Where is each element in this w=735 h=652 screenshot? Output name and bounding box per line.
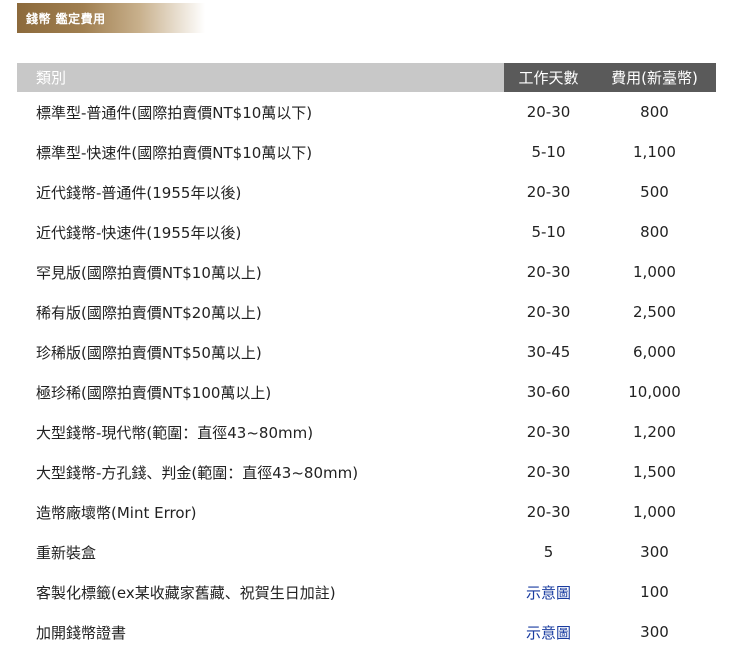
table-row: 造幣廠壞幣(Mint Error) 20-30 1,000 bbox=[17, 492, 716, 532]
cell-fee: 1,200 bbox=[633, 423, 676, 441]
cell-fee: 1,500 bbox=[633, 463, 676, 481]
cell-category: 稀有版(國際拍賣價NT$20萬以上) bbox=[36, 303, 262, 322]
table-row: 加開錢幣證書 示意圖 300 bbox=[17, 612, 716, 652]
column-header-fee: 費用(新臺幣) bbox=[593, 63, 716, 92]
cell-category: 標準型-普通件(國際拍賣價NT$10萬以下) bbox=[36, 103, 313, 122]
cell-days: 30-60 bbox=[526, 383, 571, 401]
cell-category: 加開錢幣證書 bbox=[36, 623, 127, 642]
cell-category: 罕見版(國際拍賣價NT$10萬以上) bbox=[36, 263, 262, 282]
cell-category: 重新裝盒 bbox=[36, 543, 97, 562]
cell-fee: 100 bbox=[640, 583, 669, 601]
table-row: 稀有版(國際拍賣價NT$20萬以上) 20-30 2,500 bbox=[17, 292, 716, 332]
cell-fee: 2,500 bbox=[633, 303, 676, 321]
table-row: 客製化標籤(ex某收藏家舊藏、祝賀生日加註) 示意圖 100 bbox=[17, 572, 716, 612]
table-row: 珍稀版(國際拍賣價NT$50萬以上) 30-45 6,000 bbox=[17, 332, 716, 372]
section-title: 錢幣 鑑定費用 bbox=[26, 11, 106, 26]
cell-days: 30-45 bbox=[526, 343, 571, 361]
cell-category: 造幣廠壞幣(Mint Error) bbox=[36, 503, 197, 522]
table-row: 大型錢幣-現代幣(範圍：直徑43~80mm) 20-30 1,200 bbox=[17, 412, 716, 452]
table-row: 標準型-快速件(國際拍賣價NT$10萬以下) 5-10 1,100 bbox=[17, 132, 716, 172]
cell-days: 20-30 bbox=[526, 103, 571, 121]
table-row: 罕見版(國際拍賣價NT$10萬以上) 20-30 1,000 bbox=[17, 252, 716, 292]
cell-days: 20-30 bbox=[526, 263, 571, 281]
column-header-category: 類別 bbox=[17, 63, 504, 92]
sample-image-link[interactable]: 示意圖 bbox=[526, 624, 571, 642]
table-row: 近代錢幣-快速件(1955年以後) 5-10 800 bbox=[17, 212, 716, 252]
cell-fee: 1,100 bbox=[633, 143, 676, 161]
table-row: 大型錢幣-方孔錢、判金(範圍：直徑43~80mm) 20-30 1,500 bbox=[17, 452, 716, 492]
cell-days: 20-30 bbox=[526, 183, 571, 201]
fee-table: 類別 工作天數 費用(新臺幣) 標準型-普通件(國際拍賣價NT$10萬以下) 20… bbox=[17, 63, 716, 652]
cell-days: 20-30 bbox=[526, 303, 571, 321]
cell-days: 20-30 bbox=[526, 423, 571, 441]
cell-fee: 300 bbox=[640, 623, 669, 641]
cell-fee: 800 bbox=[640, 103, 669, 121]
table-row: 重新裝盒 5 300 bbox=[17, 532, 716, 572]
cell-category: 大型錢幣-方孔錢、判金(範圍：直徑43~80mm) bbox=[36, 463, 359, 482]
cell-fee: 300 bbox=[640, 543, 669, 561]
cell-category: 客製化標籤(ex某收藏家舊藏、祝賀生日加註) bbox=[36, 583, 336, 602]
cell-fee: 1,000 bbox=[633, 263, 676, 281]
table-body: 標準型-普通件(國際拍賣價NT$10萬以下) 20-30 800 標準型-快速件(國際… bbox=[17, 92, 716, 652]
cell-fee: 800 bbox=[640, 223, 669, 241]
cell-days: 示意圖 bbox=[504, 582, 593, 603]
table-row: 標準型-普通件(國際拍賣價NT$10萬以下) 20-30 800 bbox=[17, 92, 716, 132]
table-row: 極珍稀(國際拍賣價NT$100萬以上) 30-60 10,000 bbox=[17, 372, 716, 412]
cell-days: 20-30 bbox=[526, 503, 571, 521]
cell-fee: 1,000 bbox=[633, 503, 676, 521]
cell-days: 示意圖 bbox=[504, 622, 593, 643]
section-title-bar: 錢幣 鑑定費用 bbox=[17, 3, 205, 33]
table-header: 類別 工作天數 費用(新臺幣) bbox=[17, 63, 716, 92]
cell-fee: 10,000 bbox=[628, 383, 681, 401]
cell-category: 近代錢幣-快速件(1955年以後) bbox=[36, 223, 242, 242]
cell-category: 近代錢幣-普通件(1955年以後) bbox=[36, 183, 242, 202]
cell-days: 20-30 bbox=[526, 463, 571, 481]
cell-fee: 6,000 bbox=[633, 343, 676, 361]
cell-days: 5-10 bbox=[531, 223, 566, 241]
cell-category: 極珍稀(國際拍賣價NT$100萬以上) bbox=[36, 383, 272, 402]
table-row: 近代錢幣-普通件(1955年以後) 20-30 500 bbox=[17, 172, 716, 212]
cell-fee: 500 bbox=[640, 183, 669, 201]
cell-days: 5 bbox=[543, 543, 554, 561]
cell-category: 標準型-快速件(國際拍賣價NT$10萬以下) bbox=[36, 143, 313, 162]
cell-category: 珍稀版(國際拍賣價NT$50萬以上) bbox=[36, 343, 262, 362]
sample-image-link[interactable]: 示意圖 bbox=[526, 584, 571, 602]
cell-days: 5-10 bbox=[531, 143, 566, 161]
column-header-days: 工作天數 bbox=[504, 63, 593, 92]
cell-category: 大型錢幣-現代幣(範圍：直徑43~80mm) bbox=[36, 423, 314, 442]
